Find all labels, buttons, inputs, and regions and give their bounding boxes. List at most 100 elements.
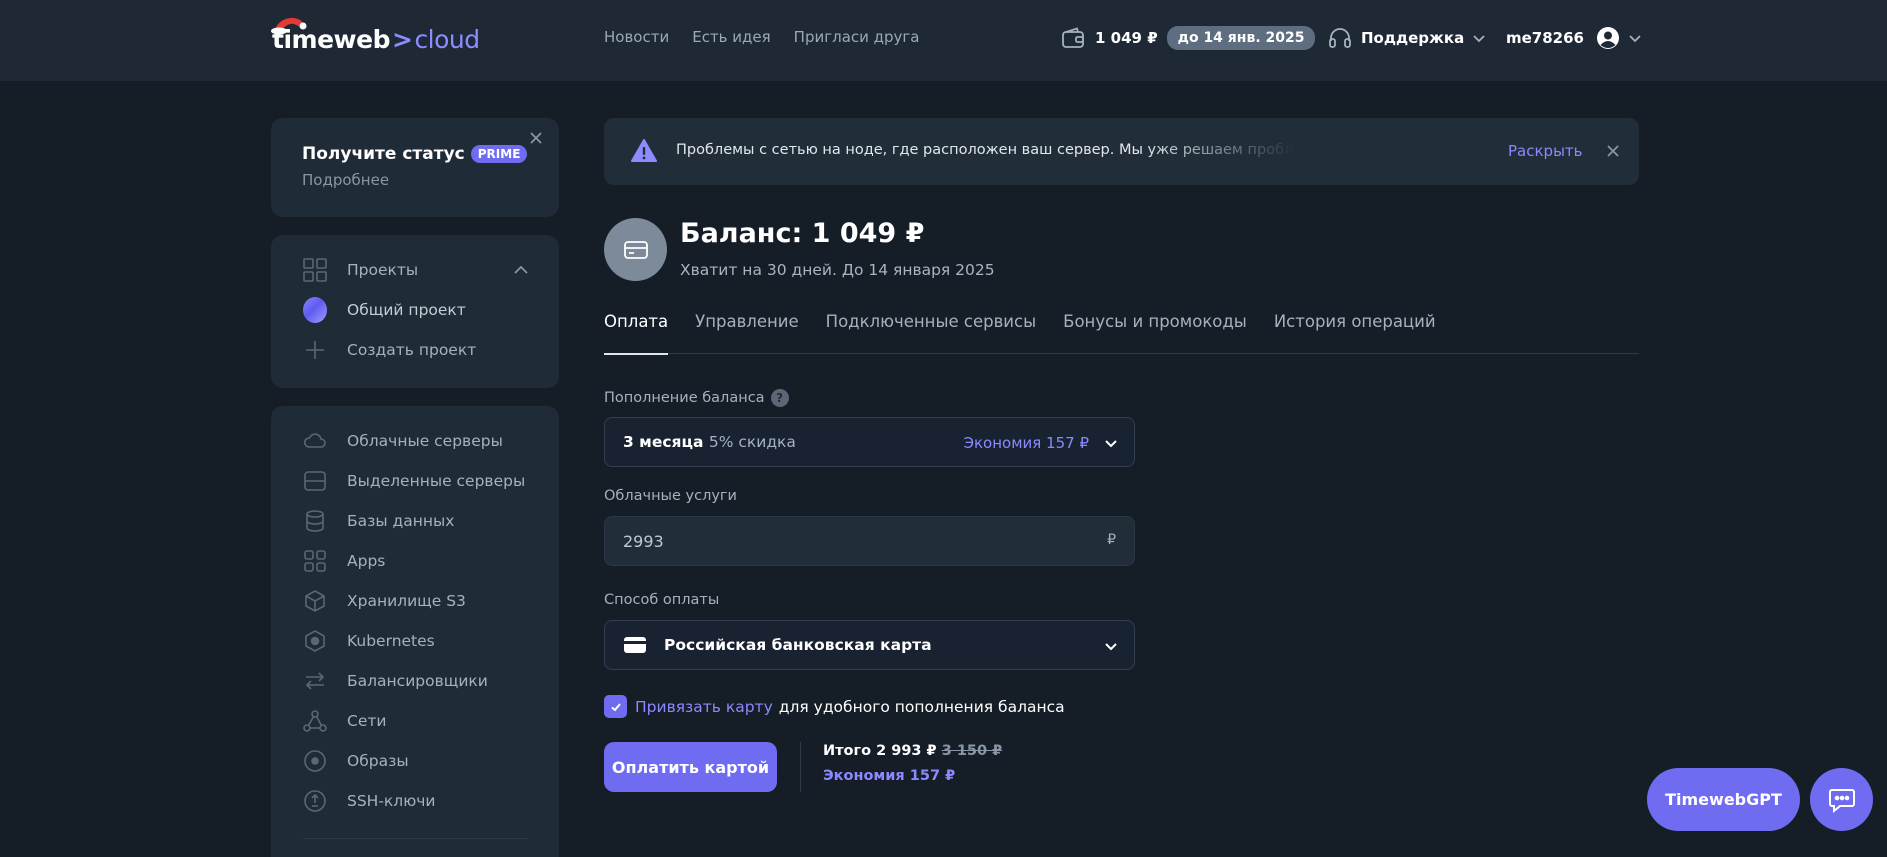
chat-bubble-icon	[1828, 788, 1855, 813]
nav-idea[interactable]: Есть идея	[692, 28, 770, 46]
sidebar-item-networks[interactable]: Сети	[303, 709, 386, 733]
period-text: 3 месяца	[623, 433, 704, 451]
prime-title-text: Получите статус	[302, 144, 465, 164]
prime-title: Получите статус PRIME	[302, 144, 528, 164]
key-icon	[303, 789, 327, 813]
sidebar-item-label: Облачные серверы	[347, 432, 503, 450]
sidebar-item-label: Образы	[347, 752, 409, 770]
topup-label: Пополнение баланса?	[604, 389, 789, 407]
timewebgpt-button[interactable]: TimewebGPT	[1647, 768, 1800, 831]
sidebar-item-ssh-keys[interactable]: SSH-ключи	[303, 789, 435, 813]
projects-label: Проекты	[347, 261, 419, 279]
grid-icon	[303, 258, 327, 282]
pay-by-card-button[interactable]: Оплатить картой	[604, 742, 777, 792]
currency-symbol: ₽	[1107, 532, 1116, 548]
sidebar-item-label: Общий проект	[347, 301, 466, 319]
chat-button[interactable]	[1810, 768, 1873, 831]
period-value: 3 месяца 5% скидка	[623, 433, 796, 451]
wallet-balance[interactable]: 1 049 ₽ до 14 янв. 2025	[1061, 26, 1316, 50]
sidebar-item-images[interactable]: Образы	[303, 749, 409, 773]
network-alert-banner: Проблемы с сетью на ноде, где расположен…	[604, 118, 1639, 185]
alert-expand-link[interactable]: Раскрыть	[1508, 142, 1583, 160]
storage-cube-icon	[303, 589, 327, 613]
sidebar-item-apps[interactable]: Apps	[303, 549, 385, 573]
total-amount: Итого 2 993 ₽ 3 150 ₽	[823, 743, 1002, 759]
divider	[800, 742, 801, 792]
payment-method-select[interactable]: Российская банковская карта	[604, 620, 1135, 670]
tab-management[interactable]: Управление	[695, 311, 799, 354]
balance-subtitle: Хватит на 30 дней. До 14 января 2025	[680, 261, 995, 279]
alert-text: Проблемы с сетью на ноде, где расположен…	[676, 142, 1296, 158]
support-menu[interactable]: Поддержка	[1328, 26, 1486, 50]
bind-card-checkbox[interactable]	[604, 695, 627, 718]
sidebar-item-label: Базы данных	[347, 512, 455, 530]
period-saving: Экономия 157 ₽	[963, 434, 1090, 452]
prime-badge: PRIME	[470, 145, 528, 163]
santa-hat-icon	[271, 17, 307, 35]
close-icon[interactable]	[526, 128, 546, 148]
balancer-arrows-icon	[303, 669, 327, 693]
wallet-icon	[1062, 27, 1084, 48]
top-bar: timeweb > cloud Новости Есть идея Пригла…	[0, 0, 1887, 81]
sidebar-item-create-project[interactable]: Создать проект	[303, 338, 476, 362]
payment-method-label: Способ оплаты	[604, 592, 720, 608]
sidebar-item-cloud-servers[interactable]: Облачные серверы	[303, 429, 503, 453]
sidebar-item-dedicated-servers[interactable]: Выделенные серверы	[303, 469, 525, 493]
chevron-down-icon	[1473, 35, 1485, 43]
plus-icon	[303, 338, 327, 362]
image-disc-icon	[303, 749, 327, 773]
kubernetes-icon	[303, 629, 327, 653]
balance-title: Баланс: 1 049 ₽	[680, 218, 925, 249]
projects-header[interactable]: Проекты	[303, 258, 418, 282]
sidebar-item-label: Apps	[347, 552, 386, 570]
balance-avatar	[604, 218, 667, 281]
user-menu[interactable]: me78266	[1506, 26, 1642, 50]
sidebar-item-label: SSH-ключи	[347, 792, 436, 810]
warning-icon	[631, 139, 657, 162]
tab-connected-services[interactable]: Подключенные сервисы	[826, 311, 1036, 354]
sidebar-item-label: Выделенные серверы	[347, 472, 526, 490]
chevron-down-icon	[1629, 35, 1641, 43]
server-icon	[303, 469, 327, 493]
balance-tabs: Оплата Управление Подключенные сервисы Б…	[604, 311, 1639, 355]
cloud-services-label: Облачные услуги	[604, 488, 737, 504]
cloud-icon	[303, 429, 327, 453]
tab-history[interactable]: История операций	[1274, 311, 1436, 354]
topup-period-select[interactable]: 3 месяца 5% скидка Экономия 157 ₽	[604, 417, 1135, 467]
sidebar-item-s3-storage[interactable]: Хранилище S3	[303, 589, 466, 613]
sidebar-item-label: Балансировщики	[347, 672, 488, 690]
bind-card-row: Привязать карту для удобного пополнения …	[604, 695, 1065, 718]
credit-card-icon	[624, 637, 646, 653]
chevron-up-icon[interactable]	[513, 262, 529, 278]
bind-card-text: для удобного пополнения баланса	[778, 697, 1065, 716]
sidebar-item-kubernetes[interactable]: Kubernetes	[303, 629, 435, 653]
sidebar-item-label: Сети	[347, 712, 387, 730]
services-card: Облачные серверы Выделенные серверы Базы…	[271, 406, 559, 857]
nav-news[interactable]: Новости	[604, 28, 669, 46]
chevron-down-icon	[1105, 440, 1117, 448]
cloud-amount-input[interactable]: 2993 ₽	[604, 516, 1135, 566]
wallet-amount: 1 049 ₽	[1095, 29, 1158, 47]
prime-more-link[interactable]: Подробнее	[302, 171, 389, 189]
sidebar-item-databases[interactable]: Базы данных	[303, 509, 454, 533]
support-label: Поддержка	[1361, 29, 1465, 47]
sidebar-item-general-project[interactable]: Общий проект	[303, 297, 466, 323]
topup-label-text: Пополнение баланса	[604, 390, 765, 406]
discount-text: 5% скидка	[708, 433, 796, 451]
help-icon[interactable]: ?	[770, 389, 789, 407]
logo-sub-text: cloud	[414, 24, 480, 54]
nav-invite[interactable]: Пригласи друга	[794, 28, 920, 46]
username: me78266	[1506, 29, 1584, 47]
prime-promo-card: Получите статус PRIME Подробнее	[271, 118, 559, 217]
total-saving: Экономия 157 ₽	[823, 768, 956, 784]
logo[interactable]: timeweb > cloud	[271, 17, 480, 57]
project-dot-icon	[303, 297, 327, 323]
tab-payment[interactable]: Оплата	[604, 311, 669, 355]
bind-card-link[interactable]: Привязать карту	[635, 698, 773, 716]
cloud-amount-value: 2993	[623, 532, 664, 551]
close-icon[interactable]	[1604, 142, 1622, 160]
logo-arrow: >	[391, 24, 413, 54]
sidebar-item-balancers[interactable]: Балансировщики	[303, 669, 488, 693]
tab-bonuses[interactable]: Бонусы и промокоды	[1063, 311, 1247, 354]
headphones-icon	[1329, 28, 1351, 48]
